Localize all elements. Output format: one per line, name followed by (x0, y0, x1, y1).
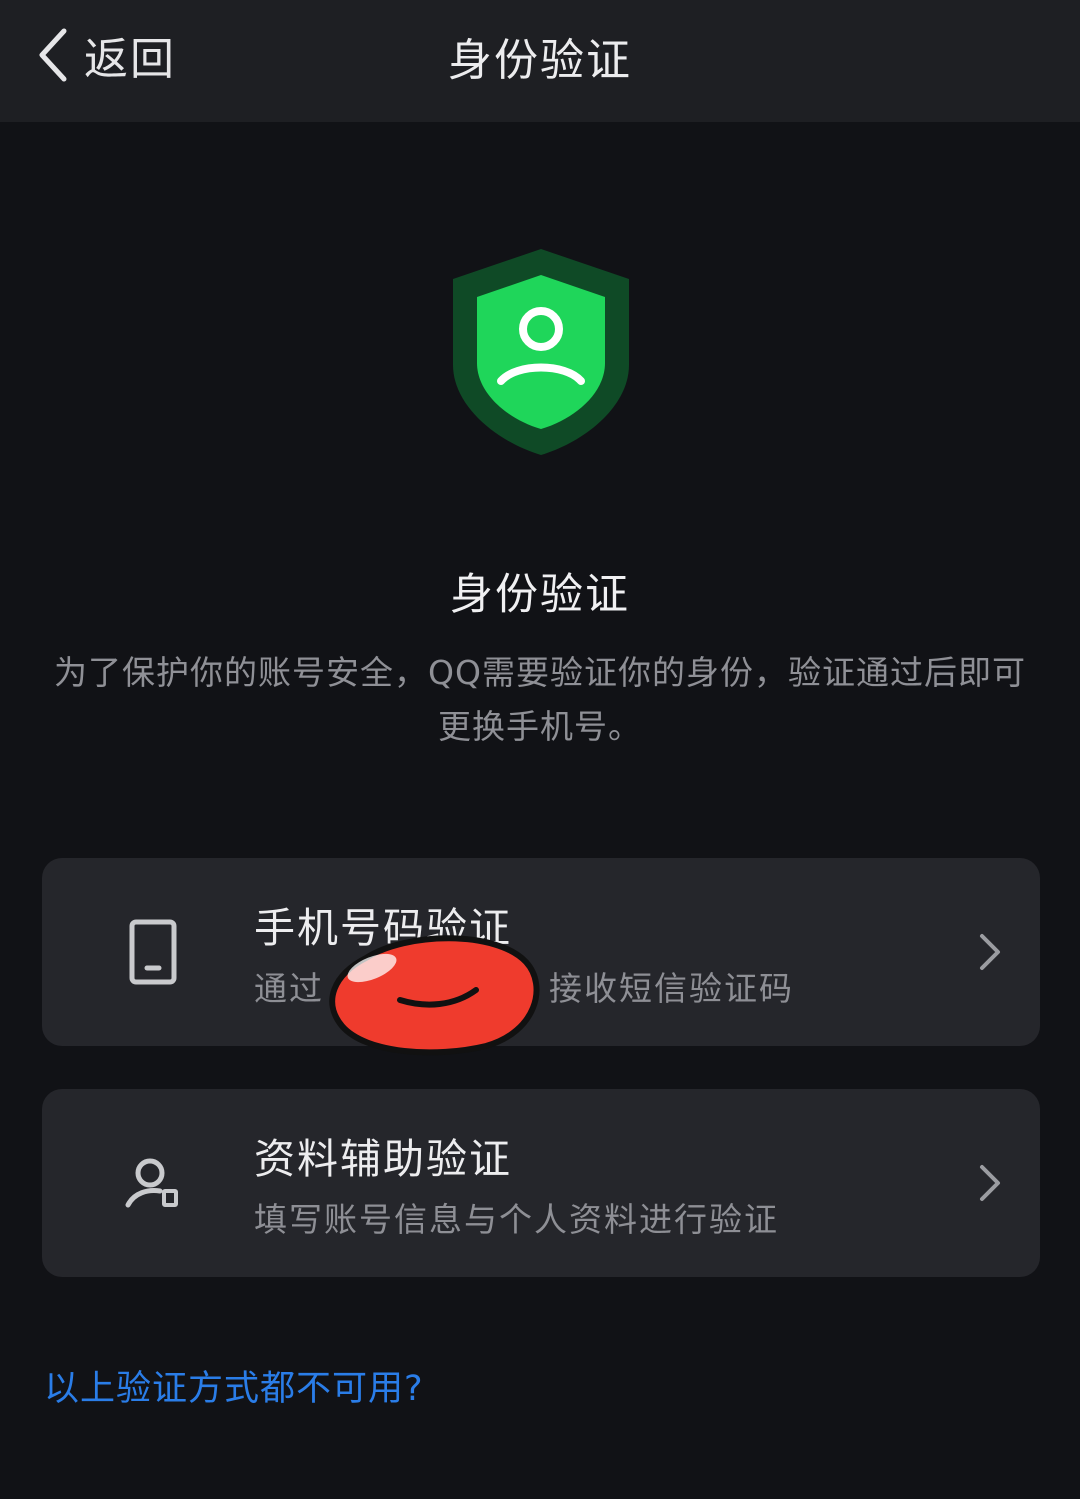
option-subtitle: 填写账号信息与个人资料进行验证 (254, 1200, 779, 1239)
user-doc-icon (125, 1158, 178, 1208)
redaction-marker (329, 935, 540, 1056)
chevron-right-icon (980, 934, 1000, 970)
chevron-right-icon (980, 1165, 1000, 1201)
phone-icon (129, 919, 177, 985)
profile-verification-option[interactable]: 资料辅助验证 填写账号信息与个人资料进行验证 (42, 1089, 1040, 1277)
description-text: 为了保护你的账号安全，QQ需要验证你的身份，验证通过后即可更换手机号。 (54, 653, 1026, 746)
option-subtitle-suffix: 接收短信验证码 (549, 969, 794, 1008)
page-title: 身份验证 (448, 35, 632, 86)
option-subtitle-prefix: 通过 (254, 969, 324, 1008)
top-nav-bar: 返回 身份验证 (0, 0, 1080, 122)
alternatives-link[interactable]: 以上验证方式都不可用? (44, 1360, 424, 1411)
identity-verification-page: 返回 身份验证 身份验证 为了保护你的账号安全，QQ需要验证你的身份，验证通过后… (0, 0, 1080, 1499)
option-title: 资料辅助验证 (254, 1135, 512, 1183)
shield-user-icon (453, 249, 629, 455)
section-heading: 身份验证 (450, 570, 630, 620)
